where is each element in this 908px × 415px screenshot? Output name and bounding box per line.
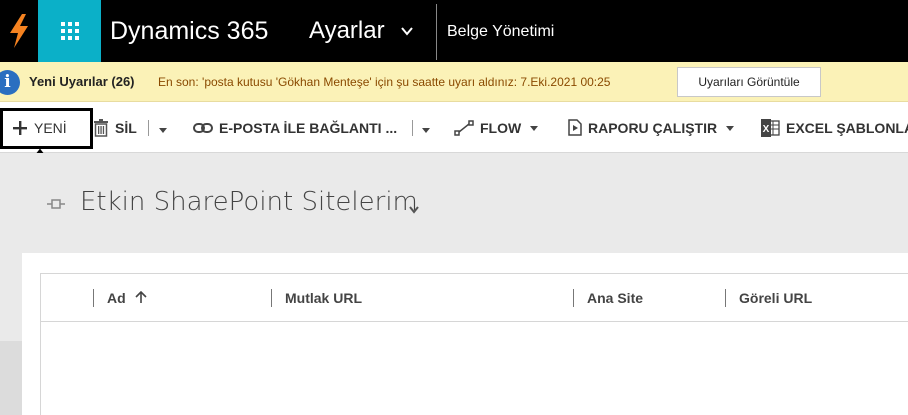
run-report-button[interactable]: RAPORU ÇALIŞTIR — [568, 102, 735, 153]
command-bar: YENİ SİL E-POSTA İLE BAĞLANTI ... FLOW R… — [0, 102, 908, 153]
column-separator — [573, 289, 574, 307]
app-launcher-button[interactable] — [38, 0, 101, 62]
left-edge-strip — [0, 341, 22, 415]
flow-chevron-icon — [529, 123, 539, 133]
more-commands-chevron-icon[interactable] — [158, 122, 168, 140]
column-separator — [93, 289, 94, 307]
column-header-relative-url[interactable]: Göreli URL — [739, 274, 812, 322]
run-report-label: RAPORU ÇALIŞTIR — [588, 119, 718, 136]
email-link-button[interactable]: E-POSTA İLE BAĞLANTI ... — [193, 102, 397, 153]
notification-message: En son: 'posta kutusu 'Gökhan Menteşe' i… — [158, 75, 611, 89]
nav-divider — [436, 4, 437, 60]
dynamics-logo-icon[interactable] — [0, 0, 38, 62]
column-separator — [271, 289, 272, 307]
view-title[interactable]: Etkin SharePoint Sitelerim — [80, 187, 418, 217]
sub-area-title[interactable]: Belge Yönetimi — [447, 0, 554, 62]
column-separator — [725, 289, 726, 307]
annotation-highlight-box — [0, 108, 93, 149]
report-icon — [568, 119, 582, 136]
view-alerts-button[interactable]: Uyarıları Görüntüle — [677, 67, 821, 97]
notification-bar: i Yeni Uyarılar (26) En son: 'posta kutu… — [0, 62, 908, 102]
flow-button[interactable]: FLOW — [454, 102, 539, 153]
view-selector-chevron-icon[interactable] — [408, 202, 420, 220]
column-header-name[interactable]: Ad — [107, 274, 147, 322]
flow-label: FLOW — [480, 119, 522, 136]
delete-button-label: SİL — [115, 119, 137, 136]
pin-icon[interactable] — [46, 197, 66, 215]
records-grid: Ad Mutlak URL Ana Site Göreli URL — [40, 273, 908, 415]
flow-icon — [454, 119, 474, 136]
email-link-chevron-icon[interactable] — [421, 122, 431, 140]
column-header-absolute-url[interactable]: Mutlak URL — [285, 274, 362, 322]
email-link-label: E-POSTA İLE BAĞLANTI ... — [219, 119, 398, 136]
link-icon — [193, 122, 213, 134]
trash-icon — [93, 118, 109, 137]
excel-icon: X — [760, 118, 780, 137]
run-report-chevron-icon — [725, 123, 735, 133]
info-icon: i — [0, 70, 20, 95]
app-name[interactable]: Dynamics 365 — [110, 0, 268, 62]
chevron-down-icon[interactable] — [400, 24, 414, 43]
column-header-parent-site[interactable]: Ana Site — [587, 274, 643, 322]
excel-templates-label: EXCEL ŞABLONLARI — [786, 119, 908, 136]
column-header-name-label: Ad — [107, 290, 126, 306]
notification-title: Yeni Uyarılar (26) — [29, 74, 135, 89]
svg-text:X: X — [763, 124, 770, 135]
top-nav-bar: Dynamics 365 Ayarlar Belge Yönetimi — [0, 0, 908, 62]
delete-button[interactable]: SİL — [93, 102, 137, 153]
grid-header: Ad Mutlak URL Ana Site Göreli URL — [41, 274, 908, 322]
sort-ascending-icon — [134, 275, 147, 324]
area-selector[interactable]: Ayarlar — [309, 0, 385, 62]
command-separator — [148, 120, 149, 136]
command-separator — [412, 120, 413, 136]
waffle-icon — [60, 22, 79, 40]
excel-templates-button[interactable]: X EXCEL ŞABLONLARI — [760, 102, 908, 153]
